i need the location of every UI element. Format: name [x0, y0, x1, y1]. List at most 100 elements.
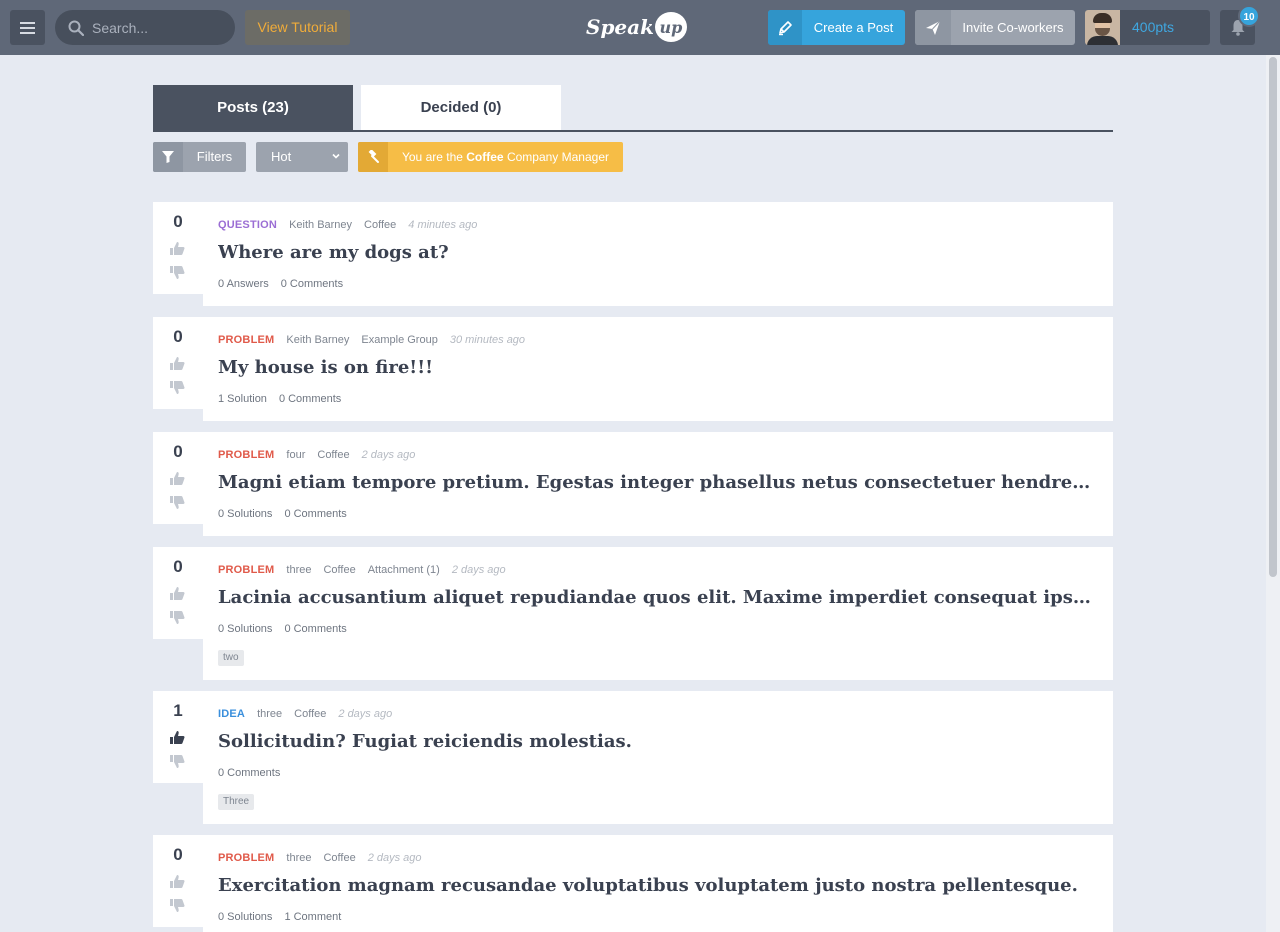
post-card: QUESTION Keith Barney Coffee 4 minutes ago W… — [203, 202, 1113, 306]
post-type-badge[interactable]: PROBLEM — [218, 852, 274, 864]
post-time: 2 days ago — [367, 852, 422, 864]
thumbs-down-icon[interactable] — [169, 897, 186, 919]
thumbs-up-icon[interactable] — [169, 585, 186, 607]
post-title[interactable]: Exercitation magnam recusandae voluptati… — [218, 875, 1098, 896]
post-title[interactable]: My house is on fire!!! — [218, 357, 1098, 378]
post-title[interactable]: Lacinia accusantium aliquet repudiandae … — [218, 587, 1098, 608]
post-card: PROBLEM four Coffee 2 days ago Magni etiam t… — [203, 432, 1113, 536]
vote-count: 0 — [173, 557, 183, 576]
post-type-badge[interactable]: PROBLEM — [218, 334, 274, 346]
post-meta: PROBLEM three Coffee Attachment (1) 2 days a… — [218, 564, 506, 576]
post-time: 30 minutes ago — [449, 334, 526, 346]
post-meta: PROBLEM Keith Barney Example Group 30 minut… — [218, 334, 525, 346]
post-stat-comments[interactable]: 0 Comments — [284, 508, 346, 520]
pen-icon — [768, 10, 802, 45]
tab-decided[interactable]: Decided (0) — [361, 85, 561, 130]
scrollbar-thumb[interactable] — [1269, 57, 1277, 577]
top-bar: View Tutorial Speak up Create a Post Inv… — [0, 0, 1280, 55]
post-stats: 0 Solutions 1 Comment — [218, 911, 341, 923]
tab-underline — [153, 130, 1113, 132]
manager-label: You are the Coffee Company Manager — [388, 142, 623, 172]
hamburger-icon — [20, 22, 35, 24]
vote-count: 0 — [173, 442, 183, 461]
filters-button[interactable]: Filters — [153, 142, 246, 172]
speakup-logo[interactable]: Speak up — [586, 11, 687, 43]
post-stat-primary[interactable]: 0 Answers — [218, 278, 269, 290]
thumbs-down-icon[interactable] — [169, 753, 186, 775]
post-meta: IDEA three Coffee 2 days ago — [218, 708, 392, 720]
post-title[interactable]: Where are my dogs at? — [218, 242, 1098, 263]
create-post-button[interactable]: Create a Post — [768, 10, 905, 45]
post-card: IDEA three Coffee 2 days ago Sollicitudin? F… — [203, 691, 1113, 824]
post-tag[interactable]: Three — [218, 794, 255, 810]
logo-text: Speak — [586, 15, 654, 39]
menu-button[interactable] — [10, 10, 45, 45]
post-author[interactable]: three — [257, 708, 282, 720]
search-box — [55, 10, 235, 45]
vote-box: 0 — [153, 547, 203, 639]
post-stat-primary[interactable]: 0 Solutions — [218, 508, 272, 520]
search-input[interactable] — [92, 10, 227, 45]
post-meta: PROBLEM three Coffee 2 days ago — [218, 852, 422, 864]
post-group[interactable]: Example Group — [361, 334, 437, 346]
post-time: 4 minutes ago — [408, 219, 478, 231]
post-type-badge[interactable]: QUESTION — [218, 219, 277, 231]
avatar — [1085, 10, 1120, 45]
vote-count: 0 — [173, 845, 183, 864]
thumbs-down-icon[interactable] — [169, 494, 186, 516]
hamburger-icon-line — [20, 32, 35, 34]
post-tag[interactable]: two — [218, 650, 244, 666]
post-stat-comments[interactable]: 0 Comments — [284, 623, 346, 635]
post-meta: PROBLEM four Coffee 2 days ago — [218, 449, 415, 461]
thumbs-up-icon[interactable] — [169, 470, 186, 492]
vote-count: 0 — [173, 212, 183, 231]
post-attachment[interactable]: Attachment (1) — [368, 564, 440, 576]
thumbs-up-icon[interactable] — [169, 873, 186, 895]
post-author[interactable]: three — [286, 564, 311, 576]
post-card: PROBLEM three Coffee 2 days ago Exercitation… — [203, 835, 1113, 932]
post-stat-comments[interactable]: 1 Comment — [284, 911, 341, 923]
create-post-label: Create a Post — [813, 20, 894, 35]
tab-posts[interactable]: Posts (23) — [153, 85, 353, 130]
post-stat-primary[interactable]: 0 Solutions — [218, 911, 272, 923]
chevron-down-icon — [332, 153, 340, 159]
paper-plane-icon — [915, 10, 951, 45]
manager-suffix: Company Manager — [503, 150, 609, 164]
post-stat-comments[interactable]: 0 Comments — [279, 393, 341, 405]
post-type-badge[interactable]: PROBLEM — [218, 564, 274, 576]
filters-label: Filters — [196, 149, 233, 164]
post-author[interactable]: Keith Barney — [289, 219, 352, 231]
post-stats: 0 Solutions 0 Comments — [218, 623, 347, 635]
invite-coworkers-button[interactable]: Invite Co-workers — [915, 10, 1075, 45]
post-stat-primary[interactable]: 1 Solution — [218, 393, 267, 405]
post-group[interactable]: Coffee — [294, 708, 326, 720]
post-author[interactable]: Keith Barney — [286, 334, 349, 346]
view-tutorial-button[interactable]: View Tutorial — [245, 10, 350, 45]
search-icon — [68, 20, 84, 36]
post-stat-primary[interactable]: 0 Solutions — [218, 623, 272, 635]
notification-count-badge: 10 — [1238, 5, 1260, 27]
post-title[interactable]: Sollicitudin? Fugiat reiciendis molestia… — [218, 731, 1098, 752]
post-group[interactable]: Coffee — [317, 449, 349, 461]
thumbs-down-icon[interactable] — [169, 264, 186, 286]
post-type-badge[interactable]: PROBLEM — [218, 449, 274, 461]
post-author[interactable]: three — [286, 852, 311, 864]
thumbs-up-icon[interactable] — [169, 355, 186, 377]
post-author[interactable]: four — [286, 449, 305, 461]
thumbs-up-icon[interactable] — [169, 729, 186, 751]
profile-button[interactable]: 400pts — [1085, 10, 1210, 45]
post-title[interactable]: Magni etiam tempore pretium. Egestas int… — [218, 472, 1098, 493]
post-group[interactable]: Coffee — [323, 564, 355, 576]
post-stat-primary[interactable]: 0 Comments — [218, 767, 280, 779]
thumbs-down-icon[interactable] — [169, 379, 186, 401]
sort-value: Hot — [271, 149, 292, 164]
thumbs-up-icon[interactable] — [169, 240, 186, 262]
post-stat-comments[interactable]: 0 Comments — [281, 278, 343, 290]
sort-select[interactable]: Hot — [256, 142, 348, 172]
post-group[interactable]: Coffee — [364, 219, 396, 231]
post-stats: 0 Solutions 0 Comments — [218, 508, 347, 520]
post-time: 2 days ago — [361, 449, 416, 461]
thumbs-down-icon[interactable] — [169, 609, 186, 631]
post-type-badge[interactable]: IDEA — [218, 708, 245, 720]
post-group[interactable]: Coffee — [323, 852, 355, 864]
